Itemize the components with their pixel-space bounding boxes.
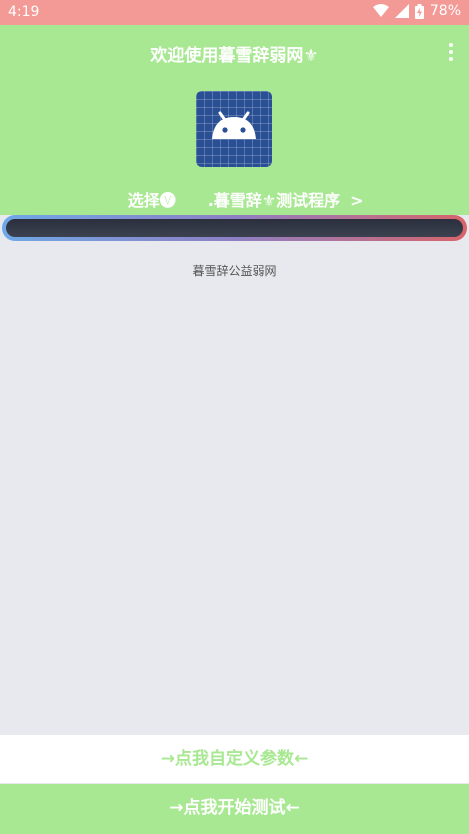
progress-bar xyxy=(2,215,467,241)
signal-icon xyxy=(394,4,409,18)
battery-percent: 78% xyxy=(429,3,461,19)
battery-icon xyxy=(414,3,424,19)
custom-params-button[interactable]: →点我自定义参数← xyxy=(0,735,469,783)
log-area: 暮雪辞公益弱网 xyxy=(0,241,469,735)
wifi-icon xyxy=(372,4,389,17)
more-vert-icon[interactable] xyxy=(447,43,455,63)
status-icons: 78% xyxy=(372,3,461,19)
start-test-button[interactable]: →点我开始测试← xyxy=(0,784,469,834)
chevron-right-icon: > xyxy=(350,191,364,210)
footer-text: 暮雪辞公益弱网 xyxy=(192,264,277,278)
status-time: 4:19 xyxy=(8,4,40,20)
select-program-label: 选择🅥 .暮雪辞⚜测试程序 xyxy=(127,191,341,210)
page-title: 欢迎使用暮雪辞弱网⚜ xyxy=(150,46,319,66)
status-bar: 4:19 78% xyxy=(0,0,469,25)
app-header: 欢迎使用暮雪辞弱网⚜ 选择🅥 .暮雪辞⚜测试程序 > xyxy=(0,25,469,215)
android-icon[interactable] xyxy=(196,91,272,167)
progress-bar-inner xyxy=(6,219,463,237)
